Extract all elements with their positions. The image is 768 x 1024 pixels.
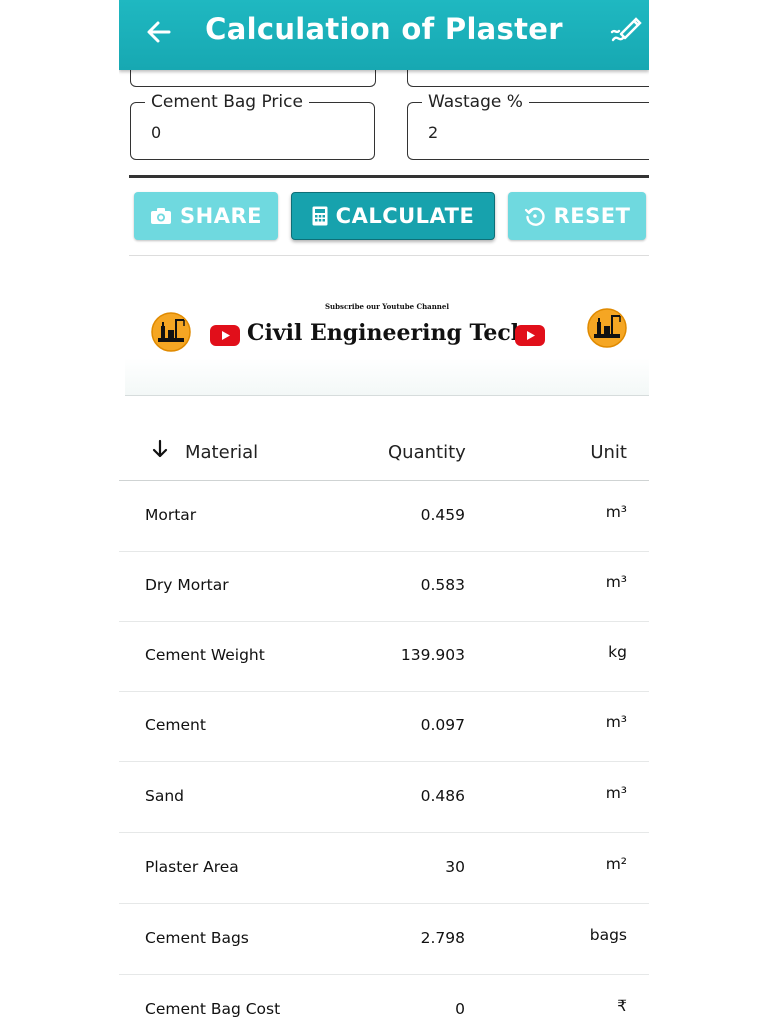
unit-cell: m³	[605, 713, 627, 731]
unit-cell: m³	[605, 784, 627, 802]
table-row: Cement Bags 2.798 bags	[119, 904, 649, 975]
cement-bag-price-field[interactable]: Cement Bag Price 0	[130, 92, 375, 160]
reset-icon	[524, 205, 546, 227]
youtube-icon	[210, 325, 240, 346]
unit-cell: kg	[608, 643, 627, 661]
quantity-cell: 0.097	[420, 716, 465, 734]
quantity-cell: 2.798	[420, 929, 465, 947]
table-row: Cement 0.097 m³	[119, 691, 649, 762]
column-header-quantity[interactable]: Quantity	[388, 442, 466, 463]
page-title: Calculation of Plaster	[205, 12, 563, 46]
section-divider	[129, 175, 649, 178]
banner-title: Civil Engineering Tech	[247, 320, 527, 346]
calculate-button[interactable]: CALCULATE	[291, 192, 495, 240]
youtube-icon	[515, 325, 545, 346]
edit-button[interactable]	[607, 12, 645, 48]
wastage-field[interactable]: Wastage % 2	[407, 92, 649, 160]
material-cell: Cement Weight	[145, 646, 265, 664]
calculator-screen: Calculation of Plaster Cement Bag Price …	[119, 0, 649, 1024]
wastage-value[interactable]: 2	[428, 123, 438, 142]
reset-button[interactable]: RESET	[508, 192, 646, 240]
material-cell: Sand	[145, 787, 184, 805]
button-divider	[129, 255, 649, 256]
table-row: Mortar 0.459 m³	[119, 481, 649, 552]
table-row: Sand 0.486 m³	[119, 762, 649, 833]
banner-subtitle: Subscribe our Youtube Channel	[324, 302, 449, 311]
reset-label: RESET	[553, 204, 631, 228]
cement-bag-price-label: Cement Bag Price	[145, 92, 309, 112]
wastage-label: Wastage %	[422, 92, 529, 112]
table-row: Cement Weight 139.903 kg	[119, 621, 649, 692]
unit-cell: m³	[605, 503, 627, 521]
cement-bag-price-value[interactable]: 0	[151, 123, 161, 142]
quantity-cell: 0	[455, 1000, 465, 1018]
unit-cell: ₹	[617, 997, 627, 1015]
material-cell: Dry Mortar	[145, 576, 229, 594]
calculator-icon	[312, 206, 328, 226]
quantity-cell: 30	[445, 858, 465, 876]
app-bar: Calculation of Plaster	[119, 0, 649, 70]
channel-logo-icon	[151, 312, 191, 352]
arrow-down-icon[interactable]	[149, 438, 171, 460]
channel-logo-icon	[587, 308, 627, 348]
youtube-banner[interactable]: Subscribe our Youtube Channel Civil Engi…	[125, 290, 649, 396]
column-header-material[interactable]: Material	[185, 442, 258, 463]
unit-cell: m²	[605, 855, 627, 873]
camera-icon	[150, 207, 172, 225]
column-header-unit[interactable]: Unit	[590, 442, 627, 463]
quantity-cell: 0.459	[420, 506, 465, 524]
quantity-cell: 0.486	[420, 787, 465, 805]
table-row: Plaster Area 30 m²	[119, 833, 649, 904]
material-cell: Mortar	[145, 506, 197, 524]
material-cell: Cement Bag Cost	[145, 1000, 281, 1018]
table-row: Dry Mortar 0.583 m³	[119, 551, 649, 622]
unit-cell: bags	[589, 926, 627, 944]
share-label: SHARE	[180, 204, 262, 228]
share-button[interactable]: SHARE	[134, 192, 278, 240]
unit-cell: m³	[605, 573, 627, 591]
calculate-label: CALCULATE	[335, 204, 475, 228]
quantity-cell: 0.583	[420, 576, 465, 594]
material-cell: Cement	[145, 716, 206, 734]
table-row: Cement Bag Cost 0 ₹	[119, 975, 649, 1024]
results-table-header: Material Quantity Unit	[119, 420, 649, 481]
pen-icon	[610, 17, 642, 42]
quantity-cell: 139.903	[400, 646, 465, 664]
material-cell: Cement Bags	[145, 929, 249, 947]
material-cell: Plaster Area	[145, 858, 239, 876]
